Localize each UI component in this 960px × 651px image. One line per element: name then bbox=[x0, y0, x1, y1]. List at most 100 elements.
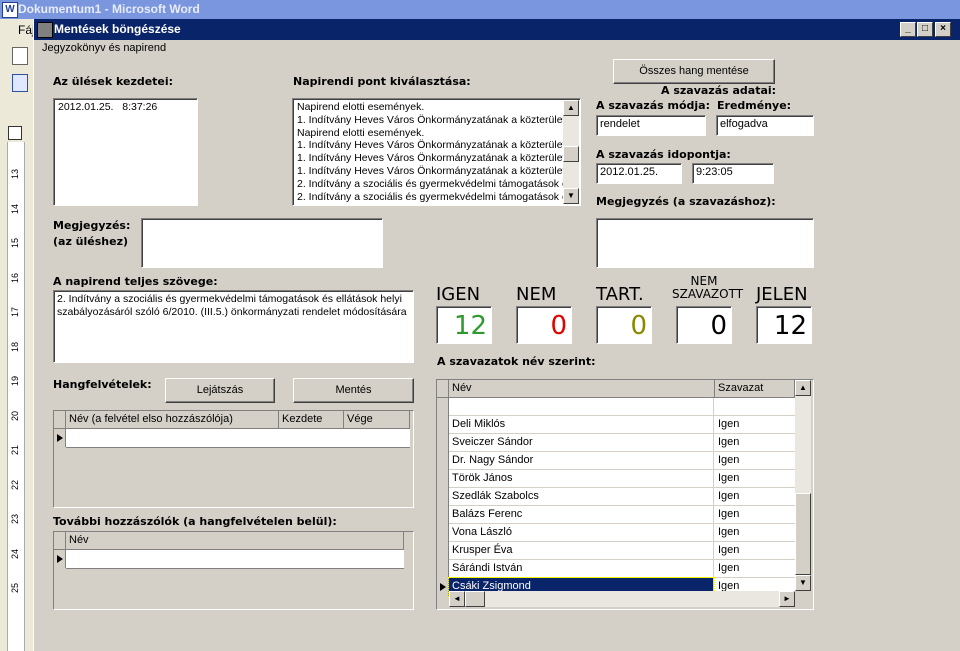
sessions-list[interactable]: 2012.01.25. 8:37:26 bbox=[53, 98, 198, 206]
ruler-number: 23 bbox=[10, 514, 20, 525]
agenda-scrollbar[interactable]: ▲ ▼ bbox=[563, 100, 579, 204]
close-icon[interactable]: × bbox=[935, 22, 951, 37]
voter-name: Krusper Éva bbox=[449, 542, 714, 560]
tab-selector-icon[interactable] bbox=[8, 126, 22, 140]
agenda-item[interactable]: Napirend elotti események. bbox=[293, 101, 563, 114]
recordings-col-start[interactable]: Kezdete bbox=[279, 411, 344, 429]
table-row[interactable]: Deli Miklós Igen bbox=[449, 416, 795, 434]
ruler-number: 16 bbox=[10, 272, 20, 283]
scroll-up-icon[interactable]: ▲ bbox=[795, 380, 811, 396]
agenda-list[interactable]: Napirend elotti események. 1. Indítvány H… bbox=[292, 98, 581, 206]
row-selector[interactable] bbox=[437, 434, 449, 452]
sessions-label: Az ülések kezdetei: bbox=[53, 75, 174, 88]
scroll-left-icon[interactable]: ◄ bbox=[449, 591, 465, 607]
row-selector[interactable] bbox=[54, 429, 66, 447]
row-selector[interactable] bbox=[437, 524, 449, 542]
voter-name: Sveiczer Sándor bbox=[449, 434, 714, 452]
scroll-thumb[interactable] bbox=[795, 493, 811, 575]
ruler-number: 17 bbox=[10, 307, 20, 318]
row-selector[interactable] bbox=[437, 416, 449, 434]
table-row[interactable]: Sárándi István Igen bbox=[449, 560, 795, 578]
row-selector[interactable] bbox=[437, 470, 449, 488]
names-hscrollbar[interactable]: ◄ ► bbox=[449, 591, 795, 607]
recordings-new-row[interactable] bbox=[66, 429, 410, 448]
full-text-field[interactable]: 2. Indítvány a szociális és gyermekvédel… bbox=[53, 290, 414, 363]
table-row[interactable] bbox=[449, 398, 795, 416]
names-grid[interactable]: Név Szavazat Deli Miklós Igen Sveiczer Sán… bbox=[436, 379, 814, 610]
dialog-title-bar: Mentések böngészése _ □ × bbox=[34, 19, 960, 40]
table-row[interactable]: Szedlák Szabolcs Igen bbox=[449, 488, 795, 506]
vote-time-field[interactable]: 9:23:05 bbox=[692, 163, 774, 184]
session-item[interactable]: 2012.01.25. 8:37:26 bbox=[54, 99, 197, 114]
names-label: A szavazatok név szerint: bbox=[437, 355, 596, 368]
vote-count-box: 12 bbox=[436, 306, 492, 344]
row-selector[interactable] bbox=[437, 452, 449, 470]
voter-vote: Igen bbox=[718, 418, 740, 430]
minimize-icon[interactable]: _ bbox=[900, 22, 916, 37]
current-row-arrow-icon bbox=[57, 434, 63, 442]
agenda-item[interactable]: 1. Indítvány Heves Város Önkormányzatána… bbox=[293, 114, 563, 127]
word-toolbar bbox=[0, 40, 36, 122]
vote-date-field[interactable]: 2012.01.25. bbox=[596, 163, 682, 184]
save-button[interactable]: Mentés bbox=[293, 378, 414, 403]
table-row[interactable]: Dr. Nagy Sándor Igen bbox=[449, 452, 795, 470]
ruler-number: 13 bbox=[10, 169, 20, 180]
agenda-item[interactable]: 1. Indítvány Heves Város Önkormányzatána… bbox=[293, 165, 563, 178]
dialog-app-icon bbox=[37, 22, 53, 38]
names-col-vote[interactable]: Szavazat bbox=[715, 380, 795, 398]
row-selector[interactable] bbox=[437, 398, 449, 416]
scroll-down-icon[interactable]: ▼ bbox=[563, 188, 579, 204]
agenda-item[interactable]: Napirend elotti események. bbox=[293, 127, 563, 140]
row-selector[interactable] bbox=[437, 560, 449, 578]
scroll-thumb[interactable] bbox=[563, 146, 579, 162]
recordings-col-name[interactable]: Név (a felvétel elso hozzászólója) bbox=[66, 411, 279, 429]
table-row[interactable]: Krusper Éva Igen bbox=[449, 542, 795, 560]
ruler-number: 14 bbox=[10, 203, 20, 214]
result-field[interactable]: elfogadva bbox=[716, 115, 814, 136]
voter-name: Vona László bbox=[449, 524, 714, 542]
font-style-icon[interactable] bbox=[12, 74, 28, 92]
recordings-grid[interactable]: Név (a felvétel elso hozzászólója) Kezde… bbox=[53, 410, 414, 508]
recordings-label: Hangfelvételek: bbox=[53, 378, 152, 391]
grid-corner bbox=[54, 411, 66, 429]
extra-speakers-col-name[interactable]: Név bbox=[66, 532, 404, 550]
extra-speakers-label: További hozzászólók (a hangfelvételen be… bbox=[53, 515, 337, 528]
session-note-field[interactable] bbox=[141, 218, 383, 268]
agenda-item[interactable]: 1. Indítvány Heves Város Önkormányzatána… bbox=[293, 139, 563, 152]
word-app-icon: W bbox=[2, 2, 18, 18]
scroll-down-icon[interactable]: ▼ bbox=[795, 575, 811, 591]
row-selector[interactable] bbox=[437, 506, 449, 524]
play-button[interactable]: Lejátszás bbox=[165, 378, 275, 403]
save-all-audio-button[interactable]: Összes hang mentése bbox=[613, 59, 775, 84]
vote-note-field[interactable] bbox=[596, 218, 814, 268]
agenda-item[interactable]: 2. Indítvány a szociális és gyermekvédel… bbox=[293, 178, 563, 191]
agenda-item[interactable]: 1. Indítvány Heves Város Önkormányzatána… bbox=[293, 152, 563, 165]
row-selector[interactable] bbox=[437, 542, 449, 560]
ruler-number: 18 bbox=[10, 341, 20, 352]
new-document-icon[interactable] bbox=[12, 47, 28, 65]
recordings-col-end[interactable]: Vége bbox=[344, 411, 410, 429]
row-selector[interactable] bbox=[437, 578, 449, 596]
table-row[interactable]: Török János Igen bbox=[449, 470, 795, 488]
row-selector[interactable] bbox=[437, 488, 449, 506]
scroll-right-icon[interactable]: ► bbox=[779, 591, 795, 607]
extra-speakers-grid[interactable]: Név bbox=[53, 531, 414, 610]
extra-speakers-new-row[interactable] bbox=[66, 550, 404, 569]
vote-mode-field[interactable]: rendelet bbox=[596, 115, 706, 136]
vote-count-label: IGEN bbox=[436, 284, 481, 305]
names-col-name[interactable]: Név bbox=[449, 380, 715, 398]
grid-corner bbox=[437, 380, 449, 398]
agenda-item[interactable]: 2. Indítvány a szociális és gyermekvédel… bbox=[293, 191, 563, 204]
agenda-label: Napirendi pont kiválasztása: bbox=[293, 75, 471, 88]
hscroll-thumb[interactable] bbox=[465, 591, 485, 607]
vote-count-box: 12 bbox=[756, 306, 812, 344]
scroll-up-icon[interactable]: ▲ bbox=[563, 100, 579, 116]
table-row[interactable]: Sveiczer Sándor Igen bbox=[449, 434, 795, 452]
maximize-icon[interactable]: □ bbox=[917, 22, 933, 37]
voter-vote: Igen bbox=[718, 526, 740, 538]
table-row[interactable]: Vona László Igen bbox=[449, 524, 795, 542]
names-scrollbar[interactable]: ▲ ▼ bbox=[795, 380, 811, 591]
table-row[interactable]: Balázs Ferenc Igen bbox=[449, 506, 795, 524]
dialog-menu-minutes[interactable]: Jegyzokönyv és napirend bbox=[42, 42, 166, 54]
row-selector[interactable] bbox=[54, 550, 66, 568]
